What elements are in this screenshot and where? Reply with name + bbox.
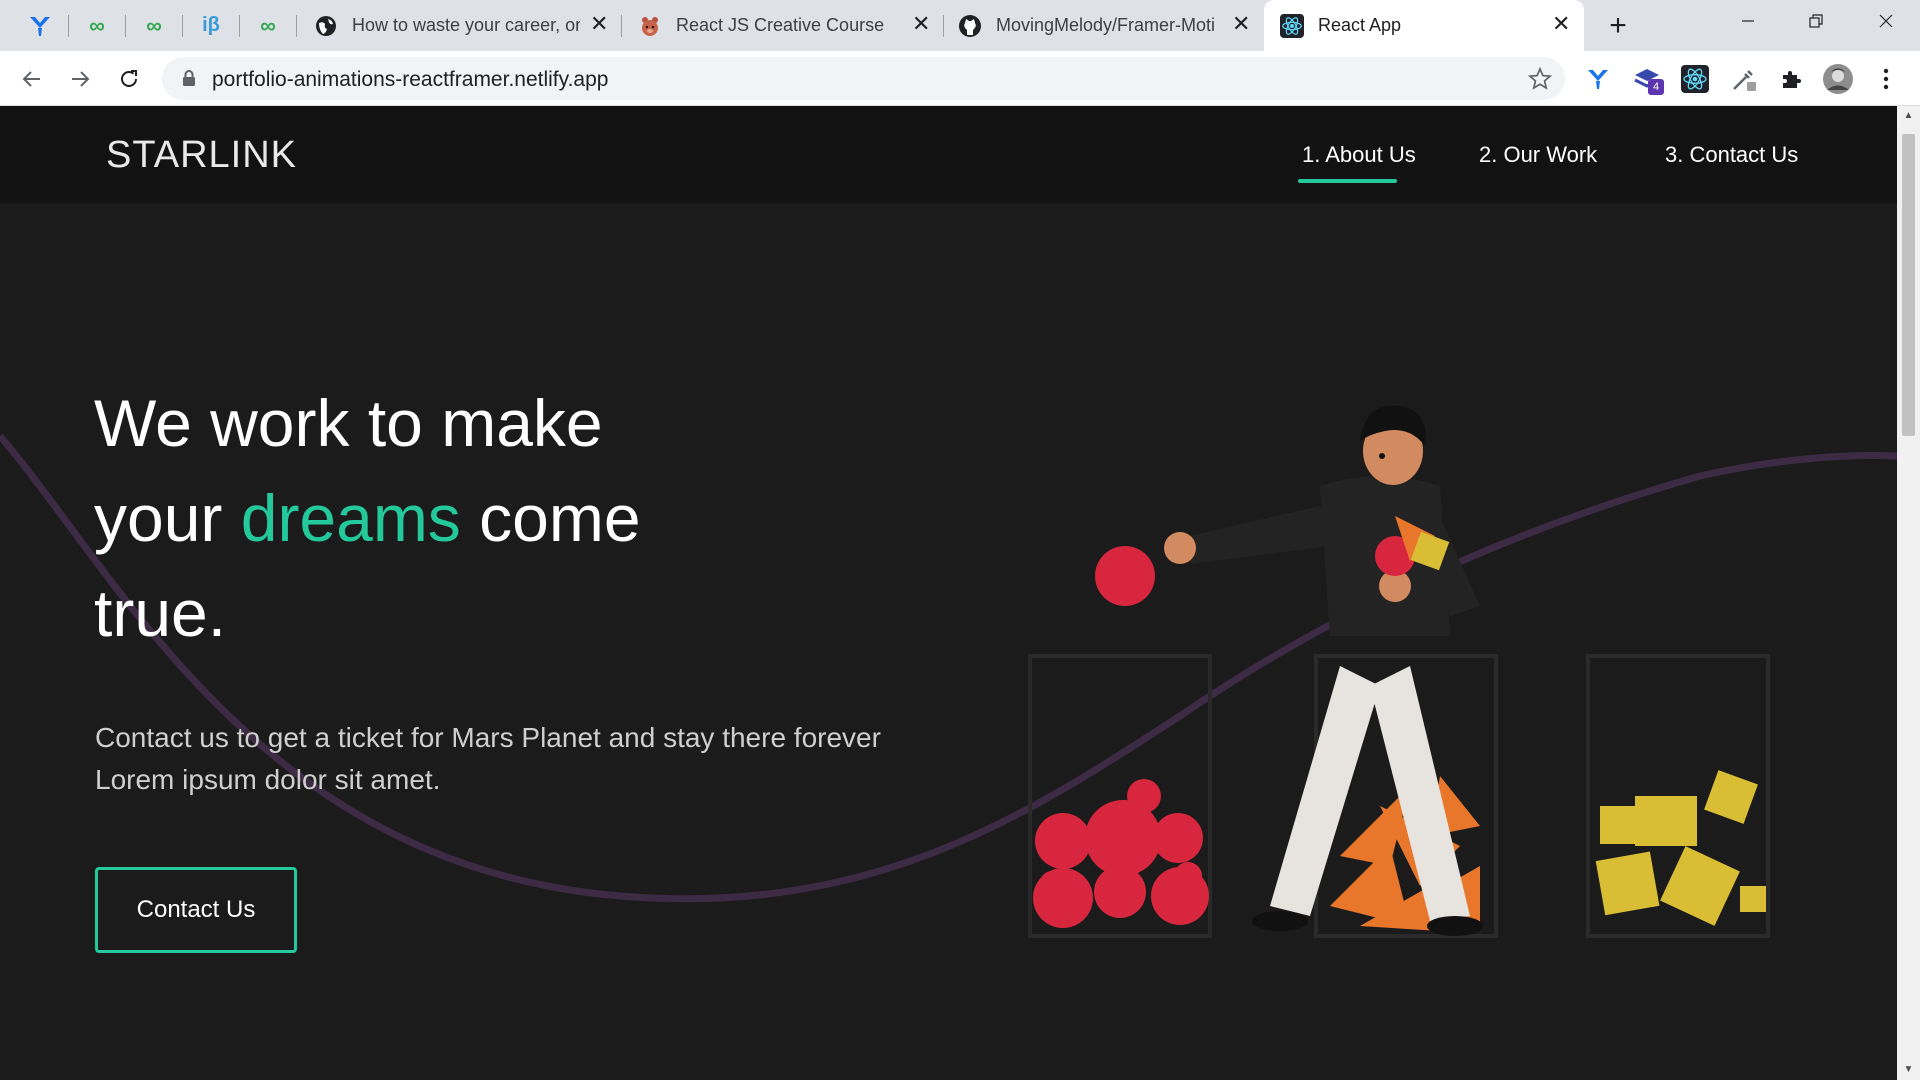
pinned-tab-infinity-1[interactable]: ∞ [69, 0, 125, 51]
hero-description: Contact us to get a ticket for Mars Plan… [95, 722, 881, 795]
nav-our-work[interactable]: 2. Our Work [1479, 142, 1597, 168]
page-scrollbar[interactable]: ▲ ▼ [1897, 106, 1920, 1080]
site-header: STARLINK 1. About Us 2. Our Work 3. Cont… [0, 106, 1897, 203]
scroll-thumb[interactable] [1902, 134, 1915, 436]
back-button[interactable] [14, 61, 50, 97]
pinned-tab-infinity-2[interactable]: ∞ [126, 0, 182, 51]
lock-icon [183, 70, 195, 86]
tab-title: React JS Creative Course [676, 15, 885, 35]
close-icon[interactable]: ✕ [1232, 13, 1250, 35]
tab-strip: ∞ ∞ iβ ∞ How to waste your career, one ✕… [0, 0, 1920, 51]
tab-title: MovingMelody/Framer-Moti [996, 15, 1216, 35]
close-icon [1879, 14, 1893, 28]
nav-about-us[interactable]: 1. About Us [1302, 142, 1416, 168]
hero-title-line1: We work to make [94, 386, 603, 460]
more-vert-icon [1883, 68, 1889, 90]
nav-contact-us[interactable]: 3. Contact Us [1665, 142, 1798, 168]
avatar-icon [1823, 64, 1853, 94]
hero-title: We work to make your dreams come true. [94, 376, 641, 661]
ib-icon: iβ [202, 14, 220, 36]
new-tab-button[interactable]: + [1596, 0, 1640, 51]
close-icon[interactable]: ✕ [1552, 13, 1570, 35]
github-icon [958, 14, 982, 38]
globe-icon [314, 14, 338, 38]
address-bar[interactable]: portfolio-animations-reactframer.netlify… [162, 57, 1565, 100]
close-icon[interactable]: ✕ [590, 13, 608, 35]
tab-how-to-waste[interactable]: How to waste your career, one ✕ [298, 0, 620, 51]
minimize-icon [1742, 20, 1754, 22]
pinned-tab-y[interactable] [12, 0, 68, 51]
restore-icon [1809, 14, 1823, 28]
site-logo[interactable]: STARLINK [106, 134, 297, 177]
star-icon[interactable] [1528, 67, 1552, 91]
browser-menu-button[interactable] [1870, 63, 1902, 95]
reload-icon [121, 70, 137, 87]
tab-title: React App [1318, 15, 1402, 35]
extension-react-devtools[interactable] [1679, 63, 1711, 95]
tab-separator [296, 15, 297, 37]
scroll-up-arrow[interactable]: ▲ [1902, 110, 1915, 122]
react-icon [1280, 13, 1304, 38]
contact-us-button[interactable]: Contact Us [95, 867, 297, 953]
eyedropper-icon [1733, 70, 1756, 91]
browser-toolbar: portfolio-animations-reactframer.netlify… [0, 51, 1920, 106]
hero-title-line2-after: come [460, 481, 641, 555]
arrow-right-icon [72, 71, 90, 87]
infinity-icon: ∞ [260, 12, 276, 38]
extension-badge: 4 [1648, 79, 1664, 95]
restore-button[interactable] [1788, 0, 1844, 42]
hero-title-line2-before: your [94, 481, 241, 555]
close-icon[interactable]: ✕ [912, 13, 930, 35]
nav-active-indicator [1298, 179, 1397, 183]
tab-react-course[interactable]: React JS Creative Course ✕ [622, 0, 942, 51]
hero-title-line3: true. [94, 576, 227, 650]
arrow-left-icon [22, 71, 40, 87]
y-icon [30, 16, 50, 36]
bear-icon [638, 14, 662, 38]
pinned-tab-ib[interactable]: iβ [183, 0, 239, 51]
hero-title-accent: dreams [240, 481, 461, 555]
reload-button[interactable] [111, 61, 147, 97]
extension-y[interactable] [1582, 63, 1614, 95]
tab-react-app[interactable]: React App ✕ [1264, 0, 1584, 51]
hero-illustration [1028, 405, 1770, 938]
extension-eyedropper[interactable] [1728, 63, 1760, 95]
extension-stack[interactable]: 4 [1631, 63, 1664, 95]
infinity-icon: ∞ [146, 12, 162, 38]
plus-icon: + [1609, 8, 1627, 42]
profile-avatar[interactable] [1822, 63, 1854, 95]
tab-github[interactable]: MovingMelody/Framer-Moti ✕ [944, 0, 1262, 51]
react-icon [1681, 65, 1709, 93]
y-icon [1588, 70, 1608, 89]
page-viewport: STARLINK 1. About Us 2. Our Work 3. Cont… [0, 106, 1897, 1080]
minimize-button[interactable] [1720, 0, 1776, 42]
infinity-icon: ∞ [89, 12, 105, 38]
scroll-down-arrow[interactable]: ▼ [1902, 1064, 1915, 1076]
url-text: portfolio-animations-reactframer.netlify… [212, 68, 609, 91]
close-window-button[interactable] [1858, 0, 1914, 42]
pinned-tab-infinity-3[interactable]: ∞ [240, 0, 296, 51]
tab-title: How to waste your career, one [352, 15, 580, 35]
extensions-button[interactable] [1775, 63, 1807, 95]
puzzle-icon [1783, 71, 1801, 88]
forward-button[interactable] [62, 61, 98, 97]
